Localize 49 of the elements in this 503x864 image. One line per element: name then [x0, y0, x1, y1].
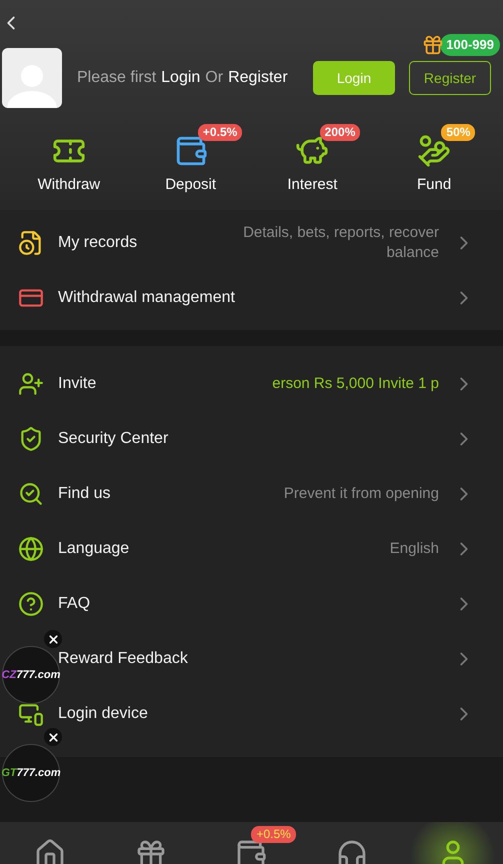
menu-item[interactable]: Language — [58, 536, 130, 560]
close-button[interactable] — [44, 630, 62, 648]
headphones-icon — [336, 838, 368, 864]
ad-logo: GT777.com — [1, 766, 61, 781]
bonus-badge: +0.5% — [251, 826, 296, 843]
menu-item[interactable]: Login device — [58, 702, 148, 726]
floating-ad[interactable]: CZ777.com — [2, 646, 60, 704]
menu-value: Details, bets, reports, recover balance — [242, 222, 439, 262]
search-icon — [18, 480, 44, 506]
menu-item[interactable]: My records — [58, 230, 138, 254]
login-prompt-link[interactable]: Register — [228, 66, 288, 90]
gift-icon — [134, 838, 167, 864]
document-icon — [18, 230, 44, 256]
menu-value: English — [390, 538, 439, 558]
menu-item[interactable]: Withdrawal management — [58, 286, 235, 310]
globe-icon — [18, 536, 44, 562]
gift-icon — [422, 34, 444, 56]
quick-action[interactable]: +0.5% Deposit — [130, 124, 252, 196]
close-icon — [46, 632, 60, 646]
login-prompt-text: Please first — [77, 68, 156, 88]
quick-action-label: Withdraw — [38, 175, 100, 195]
quick-action-label: Fund — [417, 175, 452, 195]
quick-action-label: Interest — [287, 175, 338, 195]
menu-item[interactable]: Security Center — [58, 426, 168, 450]
avatar — [2, 48, 62, 108]
quick-action[interactable]: 200% Interest — [252, 124, 374, 196]
login-prompt-link[interactable]: Login — [161, 66, 200, 90]
quick-action[interactable]: 50% Fund — [373, 124, 495, 196]
menu-value: Prevent it from opening — [284, 484, 439, 504]
quick-action[interactable]: Withdraw — [8, 124, 130, 196]
bonus-badge: 200% — [320, 124, 360, 141]
menu-value: erson Rs 5,000 Invite 1 p — [272, 374, 439, 394]
menu-item[interactable]: Find us — [58, 482, 110, 506]
close-icon — [46, 730, 60, 744]
bonus-badge: 100-999 — [440, 34, 500, 56]
bonus-badge: 50% — [441, 124, 476, 141]
menu-item[interactable]: Reward Feedback — [58, 646, 188, 670]
user-plus-icon — [18, 370, 44, 396]
ad-logo: CZ777.com — [2, 668, 60, 683]
close-button[interactable] — [44, 728, 62, 746]
wallet-icon — [235, 838, 268, 864]
register-button[interactable]: Register — [409, 61, 491, 95]
menu-item[interactable]: FAQ — [58, 592, 90, 616]
menu-item[interactable]: Invite — [58, 372, 96, 396]
quick-action-label: Deposit — [165, 175, 216, 195]
help-icon — [18, 590, 44, 616]
bonus-badge: +0.5% — [198, 124, 242, 141]
login-prompt-text: Or — [205, 68, 224, 88]
home-icon — [34, 838, 66, 864]
